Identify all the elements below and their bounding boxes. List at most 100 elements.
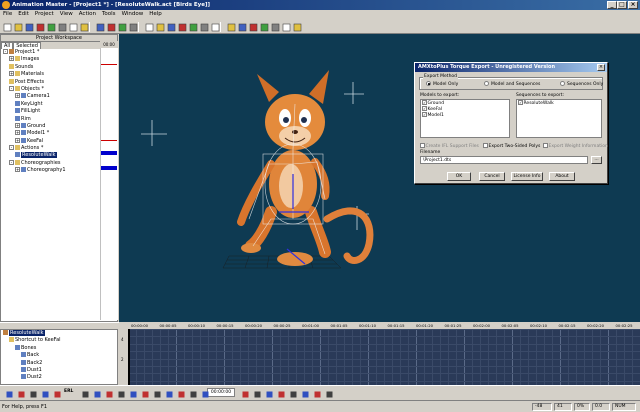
new-icon[interactable] <box>2 22 12 32</box>
camera-icon[interactable] <box>270 22 280 32</box>
pan-icon[interactable] <box>199 22 209 32</box>
wire-icon[interactable] <box>288 389 297 398</box>
onion-skin-icon[interactable] <box>252 389 261 398</box>
move-icon[interactable] <box>28 389 37 398</box>
grid-icon[interactable] <box>264 389 273 398</box>
menu-file[interactable]: File <box>0 10 15 18</box>
option-weight-info[interactable]: Export Weight Information <box>543 143 608 149</box>
model-item-model1[interactable]: ✓Model1 <box>421 112 509 118</box>
lock-icon[interactable] <box>80 389 89 398</box>
open-icon[interactable] <box>13 22 23 32</box>
loop-icon[interactable] <box>200 389 209 398</box>
tab-selected[interactable]: Selected <box>13 42 41 49</box>
models-listbox[interactable]: ✓Ground ✓KeeFal ✓Model1 <box>420 99 510 138</box>
radio-model-and-sequences[interactable]: Model and Sequences <box>484 81 540 87</box>
expand-toggle-icon[interactable]: - <box>3 49 8 54</box>
render-icon[interactable] <box>95 22 105 32</box>
paste-icon[interactable] <box>57 22 67 32</box>
browse-button[interactable]: ... <box>591 156 602 164</box>
expand-toggle-icon[interactable]: + <box>15 167 20 173</box>
cut-icon[interactable] <box>35 22 45 32</box>
menu-tools[interactable]: Tools <box>99 10 119 18</box>
about-button[interactable]: About <box>549 172 575 181</box>
save-icon[interactable] <box>24 22 34 32</box>
timeline-tree-item[interactable]: Bones <box>1 344 117 352</box>
skeletal-icon[interactable] <box>128 22 138 32</box>
dialog-close-button[interactable]: × <box>597 64 605 71</box>
minimize-button[interactable]: _ <box>607 1 617 9</box>
timeline-tree-item[interactable]: Dust2 <box>1 374 117 381</box>
expand-toggle-icon[interactable]: + <box>9 71 14 77</box>
rotate-icon[interactable] <box>177 22 187 32</box>
filename-field[interactable]: \Project1.dts <box>420 156 588 164</box>
select-icon[interactable] <box>144 22 154 32</box>
sequence-item-resolutewalk[interactable]: ✓ResoluteWalk <box>517 100 601 106</box>
radio-model-only[interactable]: Model Only <box>426 81 458 87</box>
app-icon[interactable] <box>2 1 10 9</box>
shaded-icon[interactable] <box>300 389 309 398</box>
expand-toggle-icon[interactable]: + <box>9 56 14 62</box>
timeline-graph[interactable] <box>128 329 640 385</box>
spline-icon[interactable] <box>292 22 302 32</box>
expand-toggle-icon[interactable]: + <box>15 130 20 136</box>
tab-all[interactable]: All <box>1 42 14 49</box>
menu-view[interactable]: View <box>57 10 76 18</box>
prev-frame-icon[interactable] <box>128 389 137 398</box>
add-icon[interactable] <box>226 22 236 32</box>
undo-icon[interactable] <box>68 22 78 32</box>
copy-icon[interactable] <box>46 22 56 32</box>
menu-help[interactable]: Help <box>146 10 165 18</box>
light-icon[interactable] <box>281 22 291 32</box>
expand-toggle-icon[interactable]: + <box>15 93 20 99</box>
light-toggle-icon[interactable] <box>324 389 333 398</box>
key-icon[interactable] <box>104 389 113 398</box>
rewind-icon[interactable] <box>164 389 173 398</box>
timeline-ruler[interactable]: 00:00:00 00:00:05 00:00:10 00:00:15 00:00:20… <box>119 322 640 329</box>
fps-icon[interactable] <box>240 389 249 398</box>
stop-icon[interactable] <box>176 389 185 398</box>
timeline-tree-item[interactable]: Back2 <box>1 359 117 367</box>
timeline-tree-item[interactable]: Shortcut to KeeFal <box>1 337 117 344</box>
next-frame-icon[interactable] <box>152 389 161 398</box>
group-icon[interactable] <box>248 22 258 32</box>
add-cp-icon[interactable] <box>16 389 25 398</box>
texture-icon[interactable] <box>312 389 321 398</box>
expand-toggle-icon[interactable]: - <box>9 85 14 91</box>
menu-window[interactable]: Window <box>119 10 147 18</box>
turn-icon[interactable] <box>210 22 220 32</box>
time-field[interactable]: 00:00:00 <box>207 388 235 397</box>
ok-button[interactable]: OK <box>447 172 471 181</box>
menu-project[interactable]: Project <box>32 10 57 18</box>
license-info-button[interactable]: License Info <box>511 172 543 181</box>
lasso-icon[interactable] <box>237 22 247 32</box>
close-button[interactable]: × <box>628 1 638 9</box>
expand-toggle-icon[interactable]: - <box>9 159 14 165</box>
action-range-bar[interactable] <box>101 151 117 155</box>
option-ifl[interactable]: Create IFL Support Files <box>420 143 479 149</box>
redo-icon[interactable] <box>79 22 89 32</box>
maximize-button[interactable]: □ <box>617 1 627 9</box>
play-icon[interactable] <box>140 389 149 398</box>
choreography-range-bar[interactable] <box>101 166 117 170</box>
expand-toggle-icon[interactable]: + <box>15 122 20 128</box>
option-two-sided-polys[interactable]: Export Two-Sided Polys <box>483 143 540 149</box>
sequences-listbox[interactable]: ✓ResoluteWalk <box>516 99 602 138</box>
delete-icon[interactable] <box>116 389 125 398</box>
menu-edit[interactable]: Edit <box>15 10 32 18</box>
timeline-tree-item[interactable]: Back <box>1 352 117 359</box>
radio-sequences-only[interactable]: Sequences Only <box>560 81 603 87</box>
translate-icon[interactable] <box>155 22 165 32</box>
scale-icon[interactable] <box>166 22 176 32</box>
snap-icon[interactable] <box>276 389 285 398</box>
bone-mode-icon[interactable] <box>106 22 116 32</box>
record-icon[interactable] <box>92 389 101 398</box>
muscle-mode-icon[interactable] <box>117 22 127 32</box>
expand-toggle-icon[interactable]: - <box>9 145 14 151</box>
cancel-button[interactable]: Cancel <box>479 172 505 181</box>
forward-icon[interactable] <box>188 389 197 398</box>
zoom-icon[interactable] <box>188 22 198 32</box>
timeline-tree-item[interactable]: ResoluteWalk <box>1 330 117 337</box>
time-cursor[interactable] <box>128 329 130 385</box>
timeline-tree-item[interactable]: Dust1 <box>1 366 117 374</box>
menu-action[interactable]: Action <box>76 10 99 18</box>
